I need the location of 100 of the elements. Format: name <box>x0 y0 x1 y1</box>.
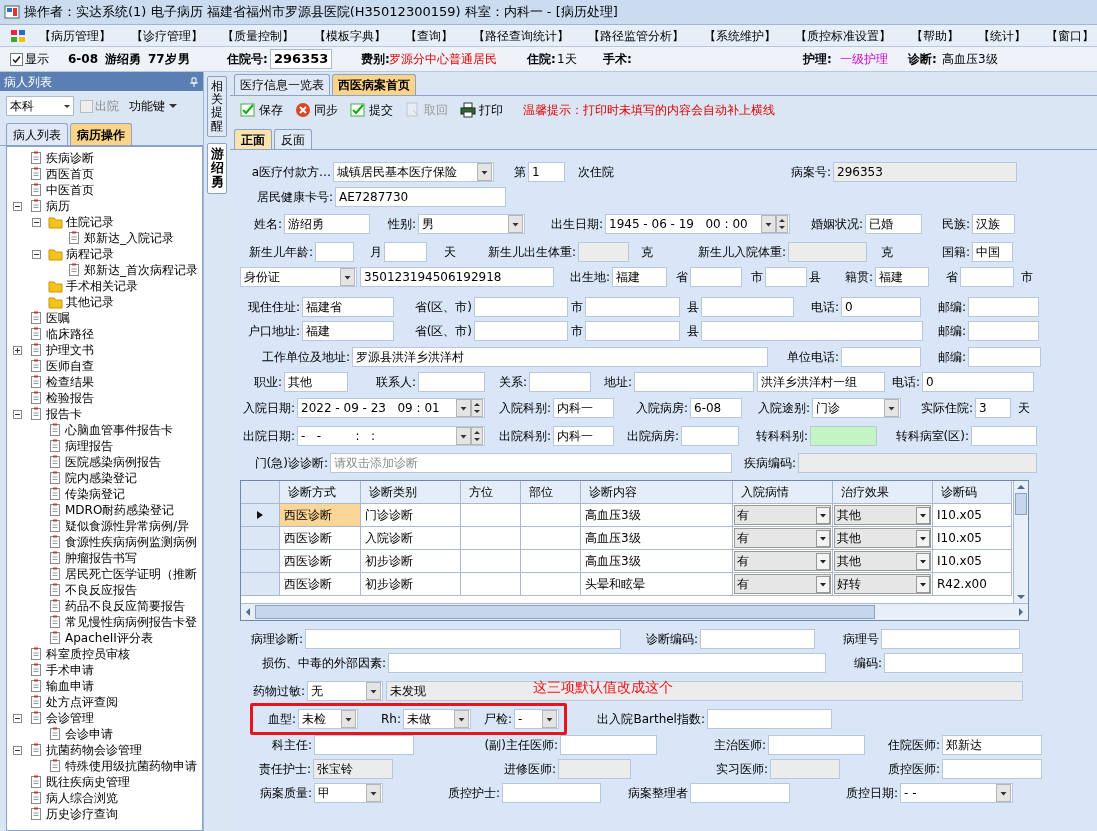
tree-item[interactable]: 不良反应报告 <box>65 581 137 599</box>
toolbar-command[interactable]: 打印 <box>460 101 503 119</box>
input-field[interactable]: 福建 <box>612 267 667 287</box>
dropdown[interactable]: 未做 <box>403 709 471 729</box>
tree-item[interactable]: 历史诊疗查询 <box>46 805 118 823</box>
column-header[interactable]: 诊断类别 <box>361 481 461 504</box>
dropdown[interactable]: 本科 <box>6 96 74 116</box>
input-field[interactable]: 已婚 <box>865 214 922 234</box>
date-time-field[interactable]: - - : : <box>297 426 485 446</box>
input-field[interactable]: 张宝铃 <box>313 759 393 779</box>
input-field[interactable] <box>315 242 354 262</box>
input-field[interactable]: 游绍勇 <box>284 214 370 234</box>
tree-item[interactable]: 会诊申请 <box>65 725 113 743</box>
tree-item[interactable]: 其他记录 <box>66 293 114 311</box>
input-field[interactable] <box>681 426 739 446</box>
input-field[interactable] <box>942 759 1042 779</box>
scrollbar-thumb[interactable] <box>1015 493 1027 515</box>
collapse-icon[interactable] <box>12 745 22 755</box>
input-field[interactable] <box>971 426 1037 446</box>
input-field[interactable] <box>474 297 568 317</box>
tree-item[interactable]: 药品不良反应简要报告 <box>65 597 185 615</box>
input-field[interactable]: 0 <box>841 297 921 317</box>
input-field[interactable] <box>701 321 923 341</box>
input-field[interactable]: 内科一 <box>553 398 614 418</box>
menu-item[interactable]: 【统计】 <box>977 26 1028 45</box>
column-header[interactable]: 治疗效果 <box>833 481 933 504</box>
collapse-icon[interactable] <box>31 217 41 227</box>
tree-item[interactable]: 西医首页 <box>46 165 94 183</box>
tree-item[interactable]: 医师自查 <box>46 357 94 375</box>
menu-item[interactable]: 【窗口】 <box>1044 26 1095 45</box>
input-field[interactable]: 6-08 <box>690 398 742 418</box>
tab[interactable]: 医疗信息一览表 <box>234 74 330 95</box>
tree-item[interactable]: 特殊使用级抗菌药物申请 <box>65 757 197 775</box>
input-field[interactable]: 福建 <box>302 321 394 341</box>
toolbar-command[interactable]: 提交 <box>350 101 393 119</box>
input-field[interactable]: 洪洋乡洪洋村一组 <box>757 372 885 392</box>
checkbox[interactable] <box>10 52 23 66</box>
tree-item[interactable]: 手术相关记录 <box>66 277 138 295</box>
input-field[interactable] <box>585 321 680 341</box>
tree-item[interactable]: 医嘱 <box>46 309 70 327</box>
input-field[interactable] <box>968 297 1039 317</box>
collapse-icon[interactable] <box>12 201 22 211</box>
tree-item[interactable]: 疑似食源性异常病例/异 <box>65 517 190 535</box>
menu-item[interactable]: 【路径监管分析】 <box>587 26 686 45</box>
tree-item[interactable]: 中医首页 <box>46 181 94 199</box>
input-field[interactable] <box>634 372 754 392</box>
tree-item[interactable]: 病理报告 <box>65 437 113 455</box>
input-field[interactable]: 内科一 <box>553 426 614 446</box>
tree-item[interactable]: 抗菌药物会诊管理 <box>46 741 142 759</box>
tree-item[interactable]: 肿瘤报告书写 <box>65 549 137 567</box>
input-field[interactable]: 1 <box>528 162 565 182</box>
input-field[interactable] <box>384 242 427 262</box>
input-field[interactable]: 福建省 <box>302 297 394 317</box>
tree-item[interactable]: 郑新达_首次病程记录 <box>84 261 198 279</box>
dropdown[interactable]: 门诊 <box>812 398 901 418</box>
menu-item[interactable]: 【质控标准设置】 <box>794 26 893 45</box>
dropdown[interactable]: 男 <box>418 214 525 234</box>
input-field[interactable]: 中国 <box>972 242 1013 262</box>
menu-item[interactable]: 【查询】 <box>404 26 455 45</box>
checkbox-label[interactable]: 显示 <box>25 50 49 68</box>
column-header[interactable]: 入院病情 <box>733 481 833 504</box>
tree-item[interactable]: 心脑血管事件报告卡 <box>65 421 173 439</box>
dropdown[interactable]: 身份证 <box>240 267 357 287</box>
input-field[interactable] <box>560 735 657 755</box>
input-field[interactable]: 福建 <box>875 267 929 287</box>
dropdown[interactable]: 其他 <box>834 528 931 548</box>
tree-item[interactable]: 常见慢性病病例报告卡登 <box>65 613 197 631</box>
column-header[interactable]: 诊断方式 <box>280 481 361 504</box>
tree-item[interactable]: 会诊管理 <box>46 709 94 727</box>
input-field[interactable]: AE7287730 <box>335 187 506 207</box>
input-field[interactable] <box>701 297 794 317</box>
input-field[interactable] <box>765 267 807 287</box>
expand-icon[interactable] <box>12 345 22 355</box>
tree-item[interactable]: 手术申请 <box>46 661 94 679</box>
dropdown[interactable]: 有 <box>734 551 831 571</box>
input-field[interactable] <box>810 426 877 446</box>
tree-item[interactable]: 科室质控员审核 <box>46 645 130 663</box>
input-field[interactable] <box>881 629 1020 649</box>
input-field[interactable] <box>960 267 1014 287</box>
side-tab[interactable]: 相关提醒 <box>207 76 227 137</box>
input-field[interactable] <box>700 629 815 649</box>
input-field[interactable]: 3 <box>975 398 1011 418</box>
tree-item[interactable]: 输血申请 <box>46 677 94 695</box>
tree-item[interactable]: 既往疾病史管理 <box>46 773 130 791</box>
tab[interactable]: 西医病案首页 <box>332 74 416 95</box>
toolbar-command[interactable]: 同步 <box>295 101 338 119</box>
side-tab[interactable]: 游绍勇 <box>207 142 227 194</box>
tree-item[interactable]: 病人综合浏览 <box>46 789 118 807</box>
tree-item[interactable]: 住院记录 <box>66 213 114 231</box>
tree-item[interactable]: 传染病登记 <box>65 485 125 503</box>
input-field[interactable]: 请双击添加诊断 <box>330 453 732 473</box>
scrollbar-thumb[interactable] <box>255 605 875 619</box>
tree-item[interactable]: 居民死亡医学证明（推断 <box>65 565 197 583</box>
input-field[interactable] <box>690 783 790 803</box>
dropdown[interactable]: 好转 <box>834 574 931 594</box>
input-field[interactable] <box>314 735 414 755</box>
input-field[interactable]: 0 <box>922 372 1034 392</box>
input-field[interactable]: 汉族 <box>972 214 1015 234</box>
dropdown[interactable]: 无 <box>307 681 383 701</box>
input-field[interactable] <box>502 783 601 803</box>
